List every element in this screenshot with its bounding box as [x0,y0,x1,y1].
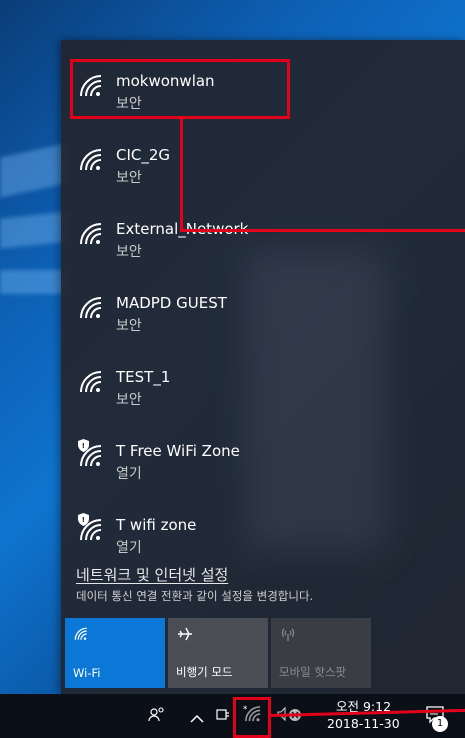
show-hidden-icons-chevron-icon[interactable] [190,708,204,727]
svg-text:!: ! [82,516,85,524]
wallpaper-light-streak [0,211,70,249]
annotation-box-network [70,59,290,119]
network-item[interactable]: CIC_2G 보안 [61,132,465,206]
power-icon[interactable] [214,706,230,726]
wifi-signal-icon [77,370,105,394]
network-name: MADPD GUEST [116,294,227,312]
mobile-hotspot-tile[interactable]: 모바일 핫스팟 [271,618,371,688]
wallpaper-light-streak [0,142,70,198]
svg-text:!: ! [82,442,85,450]
warning-shield-icon: ! [78,437,89,452]
network-security-status: 열기 [116,540,142,556]
network-security-status: 보안 [116,244,142,260]
wifi-tile-label: Wi-Fi [73,666,101,680]
network-name: TEST_1 [116,368,171,386]
airplane-mode-tile[interactable]: 비행기 모드 [168,618,268,688]
annotation-line-vertical [180,119,183,231]
network-security-status: 보안 [116,392,142,408]
wifi-signal-icon [77,296,105,320]
network-item[interactable]: MADPD GUEST 보안 [61,280,465,354]
network-item[interactable]: External_Network보안 [61,206,465,280]
wifi-toggle-tile[interactable]: Wi-Fi [65,618,165,688]
network-security-status: 열기 [116,466,142,482]
wifi-icon [73,626,89,645]
network-settings-description: 데이터 통신 연결 전환과 같이 설정을 변경합니다. [76,589,314,603]
warning-shield-icon: ! [78,511,89,526]
network-item[interactable]: TEST_1 보안 [61,354,465,428]
annotation-line-horizontal [180,229,465,232]
wallpaper-light-streak [0,270,70,294]
network-security-status: 보안 [116,170,142,186]
network-security-status: 보안 [116,318,142,334]
network-flyout: mokwonwlan보안CIC_2G보안External_Network보안MA… [61,40,465,694]
hotspot-tile-label: 모바일 핫스팟 [279,665,347,679]
network-item[interactable]: ! T Free WiFi Zone 열기 [61,428,465,502]
clock-date[interactable]: 2018-11-30 [327,716,400,731]
network-name: T Free WiFi Zone [116,442,240,460]
notification-count-badge: 1 [432,716,448,732]
airplane-icon [176,626,194,646]
annotation-box-tray [233,697,271,738]
network-name: T wifi zone [116,516,197,534]
wifi-signal-icon [77,222,105,246]
hotspot-icon [279,626,297,646]
network-settings-link[interactable]: 네트워크 및 인터넷 설정 [76,564,228,585]
airplane-tile-label: 비행기 모드 [176,665,233,679]
people-icon[interactable] [148,706,166,726]
wifi-signal-icon [77,148,105,172]
network-name: CIC_2G [116,146,171,164]
